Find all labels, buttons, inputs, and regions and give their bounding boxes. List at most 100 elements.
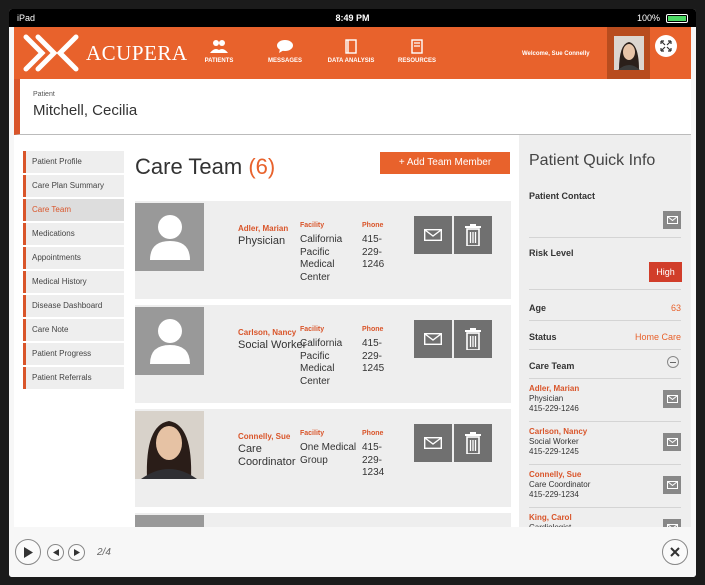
play-icon bbox=[24, 546, 33, 558]
sidebar-item-care-note[interactable]: Care Note bbox=[23, 319, 124, 341]
mail-icon bbox=[666, 216, 678, 224]
page-title-text: Care Team bbox=[135, 154, 243, 179]
trash-icon bbox=[465, 328, 481, 350]
patient-header: Patient Mitchell, Cecilia bbox=[14, 79, 691, 135]
next-button[interactable] bbox=[68, 544, 85, 561]
member-name[interactable]: Connelly, Sue bbox=[238, 432, 290, 441]
phone-label: Phone bbox=[362, 222, 384, 229]
close-button[interactable] bbox=[662, 539, 688, 565]
nav-patients[interactable]: PATIENTS bbox=[186, 37, 252, 64]
add-team-member-button[interactable]: + Add Team Member bbox=[380, 152, 510, 174]
battery-icon bbox=[666, 14, 688, 23]
phone-label: Phone bbox=[362, 326, 384, 333]
message-member-button[interactable] bbox=[663, 476, 681, 494]
member-role: Physician bbox=[529, 394, 564, 403]
app-screen: ACUPERA PATIENTS MESSAGES DATA ANALYSIS … bbox=[14, 27, 691, 527]
member-phone: 415-229-1234 bbox=[529, 490, 579, 499]
member-name[interactable]: Carlson, Nancy bbox=[238, 328, 296, 337]
age-value: 63 bbox=[670, 303, 681, 313]
play-button[interactable] bbox=[15, 539, 41, 565]
member-name[interactable]: King, Carol bbox=[529, 513, 681, 522]
member-phone: 415-229-1245 bbox=[529, 447, 579, 456]
risk-level-label: Risk Level bbox=[529, 248, 574, 258]
acupera-logo[interactable]: ACUPERA bbox=[22, 33, 188, 73]
mail-icon bbox=[666, 438, 678, 446]
patient-sidebar: Patient Profile Care Plan Summary Care T… bbox=[23, 151, 124, 391]
sidebar-item-medications[interactable]: Medications bbox=[23, 223, 124, 245]
previous-button[interactable] bbox=[47, 544, 64, 561]
patient-contact-label: Patient Contact bbox=[529, 191, 596, 201]
message-member-button[interactable] bbox=[414, 320, 452, 358]
message-member-button[interactable] bbox=[414, 424, 452, 462]
message-member-button[interactable] bbox=[663, 433, 681, 451]
sidebar-item-patient-referrals[interactable]: Patient Referrals bbox=[23, 367, 124, 389]
battery-percent: 100% bbox=[636, 13, 660, 23]
message-member-button[interactable] bbox=[663, 519, 681, 527]
member-phone: 415-229-1245 bbox=[362, 338, 385, 374]
member-role: Social Worker bbox=[529, 437, 579, 446]
clock: 8:49 PM bbox=[335, 13, 370, 23]
sidebar-item-disease-dashboard[interactable]: Disease Dashboard bbox=[23, 295, 124, 317]
member-name[interactable]: Connelly, Sue bbox=[529, 470, 681, 479]
sidebar-item-care-team[interactable]: Care Team bbox=[23, 199, 124, 221]
care-team-label: Care Team bbox=[529, 361, 575, 371]
logo-mark-icon bbox=[23, 34, 79, 72]
nav-label: PATIENTS bbox=[204, 58, 234, 64]
close-icon bbox=[670, 547, 680, 557]
status-label: Status bbox=[529, 332, 557, 342]
main-nav: PATIENTS MESSAGES DATA ANALYSIS RESOURCE… bbox=[186, 37, 450, 64]
member-role: Social Worker bbox=[238, 339, 307, 351]
trash-icon bbox=[465, 224, 481, 246]
sidebar-item-appointments[interactable]: Appointments bbox=[23, 247, 124, 269]
team-member-card bbox=[135, 513, 511, 527]
sidebar-item-care-plan-summary[interactable]: Care Plan Summary bbox=[23, 175, 124, 197]
divider bbox=[529, 237, 681, 238]
mail-icon bbox=[666, 395, 678, 403]
divider bbox=[529, 464, 681, 465]
nav-label: MESSAGES bbox=[267, 58, 302, 64]
member-role: Care Coordinator bbox=[238, 443, 296, 468]
delete-member-button[interactable] bbox=[454, 424, 492, 462]
patient-label: Patient bbox=[33, 91, 55, 98]
next-icon bbox=[73, 549, 80, 556]
messages-icon bbox=[252, 37, 318, 55]
divider bbox=[529, 378, 681, 379]
message-member-button[interactable] bbox=[663, 390, 681, 408]
mail-icon bbox=[424, 437, 442, 449]
member-phone: 415-229-1246 bbox=[529, 404, 579, 413]
phone-label: Phone bbox=[362, 430, 384, 437]
message-member-button[interactable] bbox=[414, 216, 452, 254]
user-avatar[interactable] bbox=[607, 27, 650, 79]
nav-data-analysis[interactable]: DATA ANALYSIS bbox=[318, 37, 384, 64]
sidebar-item-patient-progress[interactable]: Patient Progress bbox=[23, 343, 124, 365]
nav-messages[interactable]: MESSAGES bbox=[252, 37, 318, 64]
member-name[interactable]: Carlson, Nancy bbox=[529, 427, 681, 436]
sidebar-item-medical-history[interactable]: Medical History bbox=[23, 271, 124, 293]
delete-member-button[interactable] bbox=[454, 320, 492, 358]
mail-icon bbox=[424, 333, 442, 345]
facility-label: Facility bbox=[300, 430, 325, 437]
delete-member-button[interactable] bbox=[454, 216, 492, 254]
member-phone: 415-229-1246 bbox=[362, 234, 385, 270]
member-name[interactable]: Adler, Marian bbox=[529, 384, 681, 393]
member-phone: 415-229-1234 bbox=[362, 442, 385, 478]
member-name[interactable]: Adler, Marian bbox=[238, 224, 288, 233]
status-value: Home Care bbox=[634, 332, 681, 342]
nav-resources[interactable]: RESOURCES bbox=[384, 37, 450, 64]
divider bbox=[529, 349, 681, 350]
divider bbox=[529, 421, 681, 422]
member-facility: California Pacific Medical Center bbox=[300, 234, 343, 283]
expand-button[interactable] bbox=[655, 35, 677, 57]
avatar-placeholder bbox=[135, 307, 204, 375]
contact-patient-button[interactable] bbox=[663, 211, 681, 229]
team-member-card: Connelly, Sue Care Coordinator Facility … bbox=[135, 409, 511, 507]
avatar-placeholder bbox=[135, 203, 204, 271]
member-role: Care Coordinator bbox=[529, 480, 591, 489]
patient-name: Mitchell, Cecilia bbox=[33, 102, 138, 119]
nav-label: RESOURCES bbox=[397, 58, 436, 64]
mail-icon bbox=[666, 481, 678, 489]
quick-team-member: Carlson, Nancy Social Worker 415-229-124… bbox=[529, 427, 681, 456]
sidebar-item-patient-profile[interactable]: Patient Profile bbox=[23, 151, 124, 173]
trash-icon bbox=[465, 432, 481, 454]
collapse-care-team-button[interactable] bbox=[667, 356, 679, 368]
